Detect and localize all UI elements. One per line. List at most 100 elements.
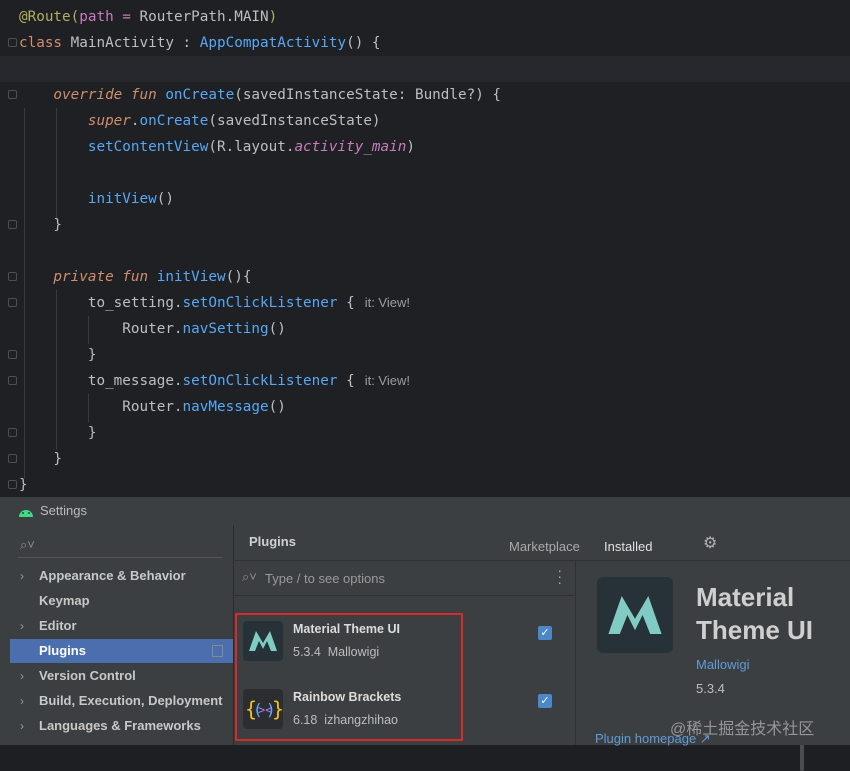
code-line[interactable]: super.onCreate(savedInstanceState): [19, 108, 381, 134]
code-token: super: [19, 113, 131, 129]
chevron-right-icon: ›: [20, 719, 24, 733]
code-token: (){: [225, 269, 252, 285]
gear-icon[interactable]: ⚙: [703, 533, 717, 553]
plugin-detail-name: Material Theme UI: [696, 582, 814, 645]
material-theme-logo-icon: [597, 577, 673, 653]
plugin-author-link[interactable]: Mallowigi: [696, 657, 749, 672]
code-token: ): [268, 9, 278, 25]
plugin-enabled-checkbox[interactable]: ✓: [538, 694, 552, 708]
code-token: (R.layout.: [208, 139, 295, 155]
code-line[interactable]: setContentView(R.layout.activity_main): [19, 134, 415, 160]
code-line[interactable]: }: [19, 342, 97, 368]
code-token: setOnClickListener: [182, 373, 338, 389]
settings-search-input[interactable]: ⌕˅: [18, 535, 223, 558]
code-line[interactable]: class MainActivity : AppCompatActivity()…: [19, 30, 381, 56]
code-token: (): [156, 191, 174, 207]
code-editor[interactable]: @Route(path = RouterPath.MAIN) class Main…: [0, 0, 850, 497]
code-token: (savedInstanceState): [208, 113, 381, 129]
plugin-version: 5.3.4: [696, 681, 725, 696]
code-token: (): [268, 321, 286, 337]
code-line[interactable]: }: [19, 446, 62, 472]
code-token: to_setting.: [19, 295, 183, 311]
android-icon: [18, 505, 34, 523]
tab-installed[interactable]: Installed: [604, 539, 652, 554]
code-line[interactable]: Router.navSetting(): [19, 316, 286, 342]
fold-marker[interactable]: [8, 272, 17, 281]
fold-marker[interactable]: [8, 350, 17, 359]
code-token: }: [19, 347, 97, 363]
code-token: @Route(: [19, 9, 80, 25]
code-token: {: [337, 373, 355, 389]
sidebar-item-version-control[interactable]: › Version Control: [10, 664, 233, 688]
code-token: navSetting: [182, 321, 269, 337]
code-line[interactable]: to_message.setOnClickListener { it: View!: [19, 368, 410, 394]
sidebar-item-languages[interactable]: › Languages & Frameworks: [10, 714, 233, 738]
code-token: }: [19, 451, 63, 467]
watermark: @稀土掘金技术社区: [670, 721, 815, 738]
code-token: }: [19, 217, 63, 233]
code-token: .: [130, 113, 140, 129]
code-line[interactable]: Router.navMessage(): [19, 394, 286, 420]
code-token: class: [19, 35, 71, 51]
plugin-search-input[interactable]: ⌕˅ Type / to see options · · ·: [234, 561, 574, 596]
settings-title: Settings: [40, 503, 87, 518]
sidebar-item-appearance[interactable]: › Appearance & Behavior: [10, 564, 233, 588]
code-line[interactable]: initView(): [19, 186, 174, 212]
code-token: MainActivity: [70, 35, 174, 51]
inlay-hint: it: View!: [364, 295, 410, 310]
code-token: initView: [19, 191, 157, 207]
code-token: onCreate: [139, 113, 209, 129]
chevron-right-icon: ›: [20, 569, 24, 583]
code-token: () {: [346, 35, 381, 51]
code-token: (): [268, 399, 286, 415]
code-line[interactable]: }: [19, 420, 97, 446]
fold-marker[interactable]: [8, 38, 17, 47]
fold-marker[interactable]: [8, 90, 17, 99]
plugins-header: Plugins Marketplace Installed ⚙: [234, 525, 850, 561]
fold-marker[interactable]: [8, 428, 17, 437]
current-line-highlight: [0, 56, 850, 82]
more-options-icon[interactable]: · · ·: [557, 563, 562, 589]
code-token: to_message.: [19, 373, 183, 389]
inlay-hint: it: View!: [364, 373, 410, 388]
code-token: savedInstanceState: [242, 87, 398, 103]
chevron-right-icon: ›: [20, 669, 24, 683]
code-token: }: [19, 477, 28, 493]
code-token: activity_main: [294, 139, 407, 155]
code-token: path =: [79, 9, 140, 25]
fold-marker[interactable]: [8, 376, 17, 385]
code-token: setOnClickListener: [182, 295, 338, 311]
code-token: navMessage: [182, 399, 269, 415]
highlight-box: [235, 613, 463, 741]
code-token: Router.: [19, 321, 183, 337]
code-line[interactable]: @Route(path = RouterPath.MAIN): [19, 4, 277, 30]
code-token: :: [173, 35, 200, 51]
code-line[interactable]: to_setting.setOnClickListener {it: View!: [19, 290, 410, 316]
sidebar-item-build[interactable]: › Build, Execution, Deployment: [10, 689, 233, 713]
code-token: RouterPath.: [139, 9, 235, 25]
sidebar-item-editor[interactable]: › Editor: [10, 614, 233, 638]
plugin-search-placeholder: Type / to see options: [265, 571, 385, 586]
code-line[interactable]: private fun initView(){: [19, 264, 251, 290]
search-icon: ⌕˅: [20, 537, 35, 552]
plugins-title: Plugins: [249, 534, 296, 549]
code-line[interactable]: }: [19, 472, 28, 497]
fold-marker[interactable]: [8, 298, 17, 307]
fold-marker[interactable]: [8, 454, 17, 463]
code-token: private fun: [19, 269, 157, 285]
plugin-enabled-checkbox[interactable]: ✓: [538, 626, 552, 640]
code-line[interactable]: }: [19, 212, 62, 238]
code-line[interactable]: override fun onCreate(savedInstanceState…: [19, 82, 501, 108]
settings-titlebar: Settings: [0, 497, 850, 525]
fold-marker[interactable]: [8, 220, 17, 229]
tab-marketplace[interactable]: Marketplace: [509, 539, 580, 554]
code-token: override fun: [19, 87, 166, 103]
fold-marker[interactable]: [8, 480, 17, 489]
code-token: MAIN: [234, 9, 269, 25]
sidebar-item-keymap[interactable]: Keymap: [10, 589, 233, 613]
sidebar-item-plugins[interactable]: Plugins: [10, 639, 233, 663]
code-token: ): [406, 139, 415, 155]
code-token: initView: [156, 269, 226, 285]
code-token: : Bundle?) {: [397, 87, 502, 103]
code-token: Router.: [19, 399, 183, 415]
